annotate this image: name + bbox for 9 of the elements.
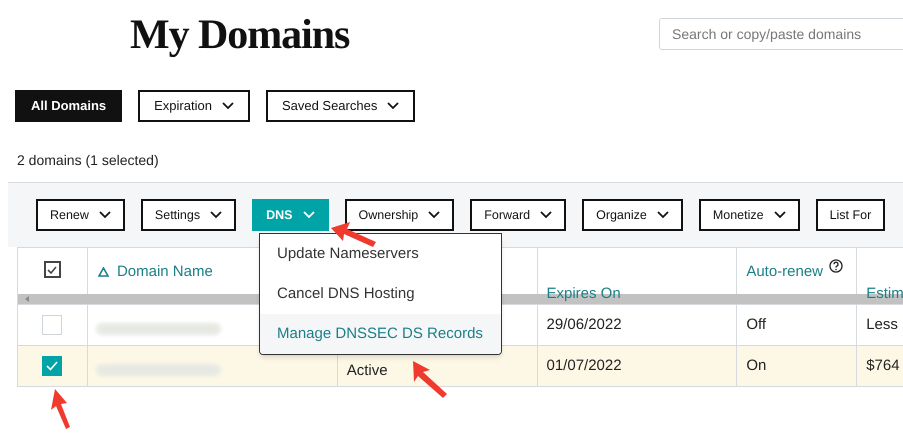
page-title: My Domains: [130, 14, 350, 56]
table-cell-text: Less: [866, 314, 898, 335]
auto-renew-value: On: [746, 356, 766, 376]
expiry-date: 01/07/2022: [546, 356, 622, 376]
selection-summary: 2 domains (1 selected): [17, 151, 160, 170]
expiry-date: 29/06/2022: [546, 314, 622, 335]
table-cell-text: $764: [866, 356, 900, 376]
auto-renew-value: Off: [746, 314, 766, 335]
status-text: Active: [346, 360, 388, 380]
